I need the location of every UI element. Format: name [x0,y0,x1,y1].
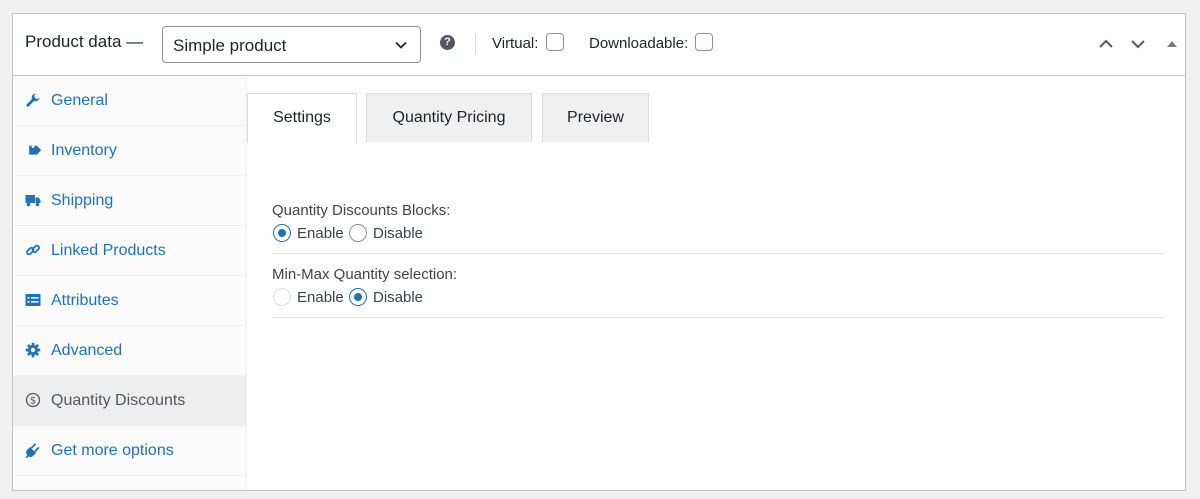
sidebar-item-inventory[interactable]: Inventory [13,126,246,176]
sidebar-item-get-more-options[interactable]: Get more options [13,426,246,476]
qd-blocks-disable-radio[interactable] [349,224,367,242]
sidebar-item-linked-products[interactable]: Linked Products [13,226,246,276]
header-divider [475,34,476,54]
minmax-enable-label: Enable [297,289,344,306]
sidebar-item-label: Quantity Discounts [51,392,186,409]
product-data-tabs: General Inventory Shipping Linked Produc… [13,76,247,490]
list-icon [25,294,41,306]
product-type-select[interactable]: Simple product [162,26,421,63]
svg-text:$: $ [30,396,36,407]
tag-icon [29,145,41,155]
min-max-quantity-label: Min-Max Quantity selection: [272,266,458,283]
product-data-header: Product data — Simple product ? Virtual:… [13,14,1185,76]
product-data-panel: Product data — Simple product ? Virtual:… [12,13,1186,491]
downloadable-checkbox[interactable] [695,33,713,51]
sidebar-item-label: Attributes [51,292,119,309]
sidebar-item-advanced[interactable]: Advanced [13,326,246,376]
sidebar-item-quantity-discounts[interactable]: $ Quantity Discounts [13,376,246,426]
qd-blocks-enable-label: Enable [297,225,344,242]
tab-preview[interactable]: Preview [542,93,649,142]
minmax-disable-label: Disable [373,289,424,306]
qd-blocks-disable-label: Disable [373,225,424,242]
tab-settings[interactable]: Settings [247,93,357,143]
sidebar-item-attributes[interactable]: Attributes [13,276,246,326]
sidebar-item-label: Inventory [51,142,117,159]
qd-blocks-enable-radio[interactable] [273,224,291,242]
settings-separator [272,317,1164,318]
help-icon[interactable]: ? [440,35,455,50]
virtual-label: Virtual: [492,35,539,52]
move-down-icon[interactable] [1129,37,1147,51]
downloadable-label: Downloadable: [589,35,689,52]
quantity-discounts-blocks-label: Quantity Discounts Blocks: [272,202,451,219]
virtual-checkbox[interactable] [546,33,564,51]
sidebar-item-label: Shipping [51,192,114,209]
settings-separator [272,253,1164,254]
minmax-disable-radio[interactable] [349,288,367,306]
tab-quantity-pricing[interactable]: Quantity Pricing [366,93,532,142]
collapse-toggle-icon[interactable] [1163,37,1181,51]
gear-icon [25,342,41,358]
link-icon [26,244,40,256]
truck-icon [25,195,41,207]
sidebar-item-general[interactable]: General [13,76,246,126]
product-data-title: Product data — [25,32,144,51]
sidebar-item-label: General [51,92,108,109]
sidebar-item-label: Linked Products [51,242,166,259]
product-type-value: Simple product [173,36,287,55]
dollar-icon: $ [25,392,41,408]
plugin-icon [25,443,40,458]
sidebar-item-label: Get more options [51,442,174,459]
minmax-enable-radio[interactable] [273,288,291,306]
sidebar-item-shipping[interactable]: Shipping [13,176,246,226]
sidebar-item-label: Advanced [51,342,123,359]
wrench-icon [26,93,40,107]
chevron-down-icon [395,41,407,49]
move-up-icon[interactable] [1097,37,1115,51]
